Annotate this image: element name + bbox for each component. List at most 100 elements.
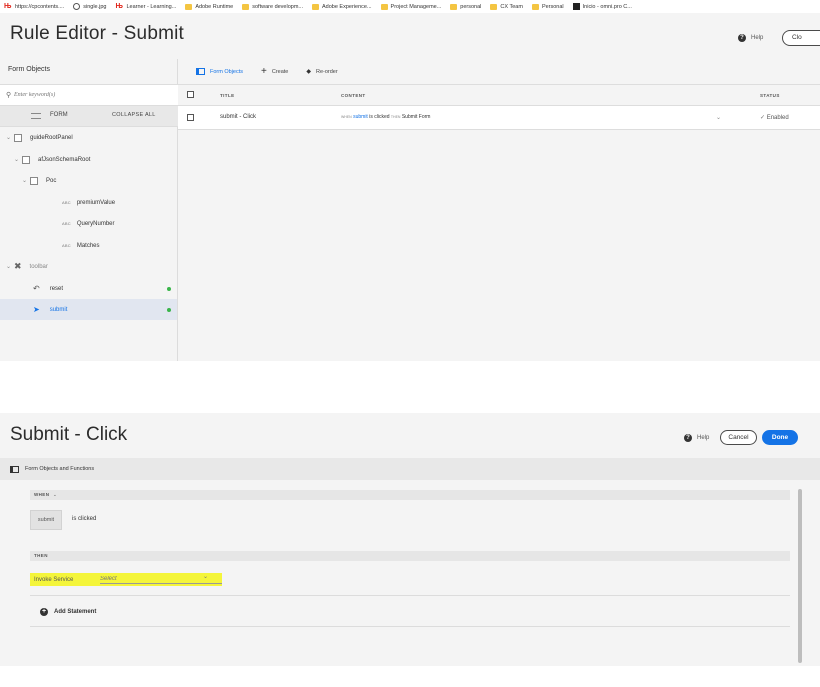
tree-item-label: guideRootPanel	[30, 134, 73, 141]
toolbar-tabs: Form Objects + Create ◆ Re-order	[178, 59, 820, 84]
bookmark-item[interactable]: Њ Learner - Learning...	[115, 3, 176, 10]
row-checkbox[interactable]	[187, 114, 194, 121]
when-event: is clicked	[369, 114, 390, 120]
folder-icon	[185, 3, 193, 10]
bookmark-item[interactable]: Personal	[531, 3, 564, 10]
bookmark-item[interactable]: Adobe Experience...	[312, 3, 372, 10]
tree-item-label: reset	[49, 285, 64, 292]
search-icon: ⚲	[6, 92, 12, 99]
add-icon: +	[40, 608, 48, 616]
then-section-bar: THEN	[30, 551, 790, 561]
header-title: TITLE	[220, 93, 235, 98]
rule-content: WHEN submit is clicked THEN Submit Form	[341, 114, 430, 120]
when-object: submit	[353, 114, 368, 120]
reorder-button[interactable]: ◆ Re-order	[306, 68, 337, 76]
tree-item-afJsonSchemaRoot[interactable]: ⌄ afJsonSchemaRoot	[0, 149, 177, 170]
folder-icon	[380, 3, 388, 10]
form-label: FORM	[50, 112, 68, 118]
add-statement-label: Add Statement	[54, 609, 97, 615]
tab-label: Form Objects	[210, 68, 244, 75]
bookmark-item[interactable]: Њhttps://cpcontents....	[4, 3, 64, 10]
tools-icon: ✖	[14, 261, 22, 271]
tree-item-toolbar[interactable]: ⌄ ✖ toolbar	[0, 256, 177, 277]
divider	[30, 595, 790, 596]
bookmark-item[interactable]: CX Team	[490, 3, 523, 10]
status-badge: ✓ Enabled	[760, 114, 789, 121]
tree-item-Matches[interactable]: ABC Matches	[0, 235, 177, 256]
send-icon: ➤	[33, 305, 40, 314]
folder-icon	[450, 3, 458, 10]
when-event-label[interactable]: is clicked	[72, 516, 96, 522]
when-label: WHEN	[34, 492, 50, 497]
folder-icon	[531, 3, 539, 10]
undo-icon: ↶	[33, 284, 40, 293]
help-icon: ?	[684, 434, 692, 442]
bookmark-label: Project Manageme...	[390, 3, 442, 10]
status-label: Enabled	[766, 115, 789, 121]
check-icon: ✓	[760, 115, 766, 121]
help-link[interactable]: ? Help	[738, 34, 763, 42]
bookmark-label: https://cpcontents....	[15, 3, 65, 10]
reorder-icon: ◆	[306, 69, 311, 75]
panel-icon	[22, 155, 30, 164]
panel-toggle-icon	[10, 465, 19, 473]
chevron-down-icon[interactable]: ⌄	[716, 114, 721, 121]
tree-item-label: QueryNumber	[76, 220, 115, 227]
enabled-dot	[167, 307, 171, 312]
tab-label: Create	[271, 68, 289, 75]
rules-table: TITLE CONTENT STATUS submit - Click WHEN…	[178, 84, 820, 130]
rule-editor-header: Rule Editor - Submit ? Help Clo	[0, 13, 820, 59]
bookmark-item[interactable]: single.jpg	[73, 3, 106, 10]
help-link[interactable]: ? Help	[684, 434, 709, 442]
then-action: Submit Form	[401, 114, 431, 120]
help-label: Help	[697, 435, 710, 441]
bookmark-item[interactable]: Project Manageme...	[380, 3, 442, 10]
folder-icon	[490, 3, 498, 10]
rules-panel: Form Objects + Create ◆ Re-order TITLE C…	[178, 59, 820, 361]
tab-form-objects[interactable]: Form Objects	[196, 68, 243, 75]
text-field-icon: ABC	[62, 243, 71, 248]
rule-editor-panel: Rule Editor - Submit ? Help Clo Form Obj…	[0, 13, 820, 361]
bookmark-item[interactable]: Adobe Runtime	[185, 3, 234, 10]
select-all-checkbox[interactable]	[187, 91, 194, 98]
adobe-icon: Њ	[4, 3, 12, 10]
bookmark-label: Adobe Runtime	[195, 3, 234, 10]
chevron-down-icon: ⌄	[6, 264, 12, 270]
then-keyword: THEN	[390, 115, 401, 119]
tree-item-QueryNumber[interactable]: ABC QueryNumber	[0, 213, 177, 234]
bookmark-label: single.jpg	[83, 3, 107, 10]
create-button[interactable]: + Create	[261, 66, 289, 76]
table-row[interactable]: submit - Click WHEN submit is clicked TH…	[178, 106, 820, 130]
adobe-icon: Њ	[115, 3, 123, 10]
chevron-down-icon: ⌄	[203, 574, 209, 580]
scrollbar[interactable]	[798, 489, 802, 663]
add-statement-button[interactable]: + Add Statement	[40, 608, 96, 616]
text-field-icon: ABC	[62, 221, 71, 226]
tree-item-reset[interactable]: ↶ reset	[0, 278, 177, 299]
done-button[interactable]: Done	[762, 430, 798, 445]
bookmark-item[interactable]: software developm...	[242, 3, 303, 10]
search-input[interactable]	[14, 89, 164, 101]
chevron-down-icon: ⌄	[6, 135, 12, 141]
tree-item-premiumValue[interactable]: ABC premiumValue	[0, 192, 177, 213]
bookmark-label: Inicio - omni.pro C...	[582, 3, 632, 10]
close-button[interactable]: Clo	[782, 30, 820, 46]
panel-toggle-icon	[196, 68, 205, 75]
then-label: THEN	[34, 553, 48, 558]
form-icon	[31, 113, 41, 119]
collapse-all-button[interactable]: COLLAPSE ALL	[112, 112, 156, 118]
cancel-button[interactable]: Cancel	[720, 430, 757, 445]
bookmark-item[interactable]: personal	[450, 3, 481, 10]
bookmark-item[interactable]: Inicio - omni.pro C...	[572, 3, 632, 10]
tree-item-poc[interactable]: ⌄ Poc	[0, 170, 177, 191]
tree-item-submit[interactable]: ➤ submit	[0, 299, 177, 320]
page-title: Rule Editor - Submit	[10, 23, 185, 44]
bookmark-label: Adobe Experience...	[322, 3, 372, 10]
when-section-bar[interactable]: WHEN ⌄	[30, 490, 790, 500]
form-objects-functions-bar[interactable]: Form Objects and Functions	[0, 458, 820, 480]
tree-item-label: afJsonSchemaRoot	[38, 156, 91, 163]
when-object-chip[interactable]: submit	[30, 510, 62, 530]
table-header: TITLE CONTENT STATUS	[178, 84, 820, 106]
tree-item-guideRootPanel[interactable]: ⌄ guideRootPanel	[0, 127, 177, 148]
chevron-down-icon: ⌄	[14, 157, 20, 163]
